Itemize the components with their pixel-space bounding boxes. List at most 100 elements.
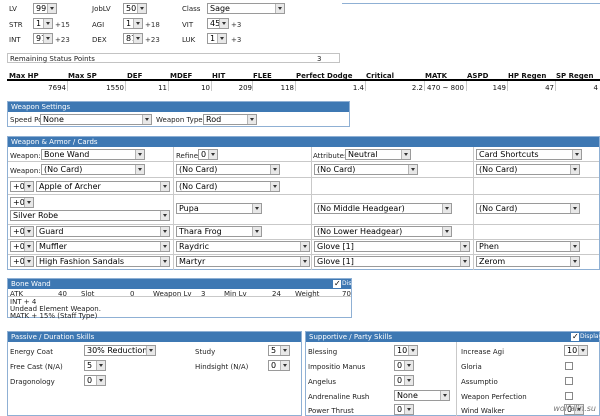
energy-coat-select[interactable]: 30% Reduction <box>84 345 156 356</box>
weapon-card-3-select[interactable]: (No Card) <box>314 164 418 175</box>
assumptio-checkbox[interactable] <box>565 377 573 385</box>
summary-value-matk: 470 ~ 800 <box>426 84 464 92</box>
blessing-select[interactable]: 10 <box>394 345 418 356</box>
free-cast-select[interactable]: 5 <box>84 360 106 371</box>
headgear-refine-select[interactable]: +0 <box>10 181 34 192</box>
accessory-2-card-select[interactable]: Zerom <box>476 256 580 267</box>
impositio-manus-select[interactable]: 0 <box>394 360 414 371</box>
footgear-select[interactable]: High Fashion Sandals <box>36 256 170 267</box>
footgear-card-select[interactable]: Martyr <box>176 256 310 267</box>
lv-label: LV <box>9 5 17 13</box>
weapon-cards-label: Weapon: <box>10 167 41 175</box>
shield-refine-select[interactable]: +0 <box>10 226 34 237</box>
summary-header-hp-regen: HP Regen <box>508 72 547 80</box>
armor-select[interactable]: Silver Robe <box>10 210 170 221</box>
assumptio-label: Assumptio <box>461 378 498 386</box>
weapon-info-line-3: MATK + 15% (Staff Type) <box>10 312 98 320</box>
chevron-down-icon <box>247 115 256 124</box>
summary-value-sp-regen: 4 <box>593 84 598 92</box>
chevron-down-icon <box>570 204 579 213</box>
equipment-panel: Weapon & Armor / Cards Weapon: Bone Wand… <box>7 136 600 270</box>
joblv-label: JobLV <box>92 5 111 13</box>
shield-select[interactable]: Guard <box>36 226 170 237</box>
agi-select[interactable]: 1 <box>123 18 143 29</box>
chevron-down-icon <box>408 165 417 174</box>
angelus-select[interactable]: 0 <box>394 375 414 386</box>
accessory-1-card-select[interactable]: Phen <box>476 241 580 252</box>
footgear-refine-select[interactable]: +0 <box>10 256 34 267</box>
agi-label: AGI <box>92 21 105 29</box>
summary-header-aspd: ASPD <box>467 72 489 80</box>
weapon-type-select[interactable]: Rod <box>203 114 257 125</box>
garment-refine-select[interactable]: +0 <box>10 241 34 252</box>
garment-card-select[interactable]: Raydric <box>176 241 310 252</box>
study-label: Study <box>195 348 216 356</box>
energy-coat-label: Energy Coat <box>10 348 53 356</box>
upper-headgear-card-select[interactable]: (No Card) <box>176 181 280 192</box>
weapon-info-panel: Bone Wand Display ATK 40 Slot 0 Weapon L… <box>7 278 364 320</box>
card-shortcuts-select[interactable]: Card Shortcuts <box>476 149 582 160</box>
class-select[interactable]: Sage <box>207 3 285 14</box>
armor-refine-select[interactable]: +0 <box>10 197 34 208</box>
summary-header-mdef: MDEF <box>170 72 193 80</box>
chevron-down-icon <box>570 257 579 266</box>
chevron-down-icon <box>208 150 217 159</box>
summary-value-hit: 209 <box>238 84 252 92</box>
chevron-down-icon <box>275 4 284 13</box>
dragonology-select[interactable]: 0 <box>84 375 106 386</box>
weapon-refine-select[interactable]: 0 <box>198 149 218 160</box>
increase-agi-select[interactable]: 10 <box>564 345 588 356</box>
weapon-perfection-label: Weapon Perfection <box>461 393 527 401</box>
accessory-2-select[interactable]: Glove [1] <box>314 256 470 267</box>
dex-bonus: +23 <box>145 36 160 44</box>
hindsight-select[interactable]: 0 <box>268 360 290 371</box>
middle-headgear-select[interactable]: (No Middle Headgear) <box>314 203 452 214</box>
chevron-down-icon <box>408 346 417 355</box>
free-cast-label: Free Cast (N/A) <box>10 363 63 371</box>
refine-label: Refine: <box>176 152 201 160</box>
str-select[interactable]: 1 <box>33 18 53 29</box>
weapon-info-display-checkbox[interactable] <box>333 279 341 288</box>
weapon-select[interactable]: Bone Wand <box>41 149 145 160</box>
study-select[interactable]: 5 <box>268 345 290 356</box>
speed-potion-select[interactable]: None <box>40 114 152 125</box>
accessory-1-select[interactable]: Glove [1] <box>314 241 470 252</box>
summary-header-def: DEF <box>127 72 143 80</box>
luk-select[interactable]: 1 <box>207 33 227 44</box>
weapon-card-4-select[interactable]: (No Card) <box>476 164 580 175</box>
upper-headgear-select[interactable]: Apple of Archer <box>36 181 170 192</box>
weapon-perfection-checkbox[interactable] <box>565 392 573 400</box>
chevron-down-icon <box>160 211 169 220</box>
weapon-card-1-select[interactable]: (No Card) <box>41 164 145 175</box>
shield-card-select[interactable]: Thara Frog <box>176 226 262 237</box>
chevron-down-icon <box>404 376 413 385</box>
support-display-checkbox[interactable] <box>571 332 579 341</box>
attribute-select[interactable]: Neutral <box>345 149 411 160</box>
vit-select[interactable]: 45 <box>207 18 229 29</box>
middle-headgear-card-select[interactable]: (No Card) <box>476 203 580 214</box>
hindsight-label: Hindsight (N/A) <box>195 363 249 371</box>
dex-label: DEX <box>92 36 107 44</box>
garment-select[interactable]: Muffler <box>36 241 170 252</box>
weapon-info-atk-label: ATK <box>10 290 24 298</box>
int-label: INT <box>9 36 21 44</box>
joblv-select[interactable]: 50 <box>123 3 147 14</box>
int-select[interactable]: 97 <box>33 33 53 44</box>
armor-card-select[interactable]: Pupa <box>176 203 262 214</box>
power-thrust-select[interactable]: 0 <box>394 404 414 415</box>
chevron-down-icon <box>133 34 142 43</box>
gloria-checkbox[interactable] <box>565 362 573 370</box>
chevron-down-icon <box>24 242 33 251</box>
chevron-down-icon <box>578 346 587 355</box>
weapon-card-2-select[interactable]: (No Card) <box>176 164 280 175</box>
chevron-down-icon <box>300 257 309 266</box>
chevron-down-icon <box>404 405 413 414</box>
chevron-down-icon <box>24 198 33 207</box>
lv-select[interactable]: 99 <box>33 3 57 14</box>
str-bonus: +15 <box>55 21 70 29</box>
summary-header-maxsp: Max SP <box>68 72 97 80</box>
summary-value-hp-regen: 47 <box>545 84 554 92</box>
lower-headgear-select[interactable]: (No Lower Headgear) <box>314 226 452 237</box>
adrenaline-rush-select[interactable]: None <box>394 390 450 401</box>
dex-select[interactable]: 87 <box>123 33 143 44</box>
